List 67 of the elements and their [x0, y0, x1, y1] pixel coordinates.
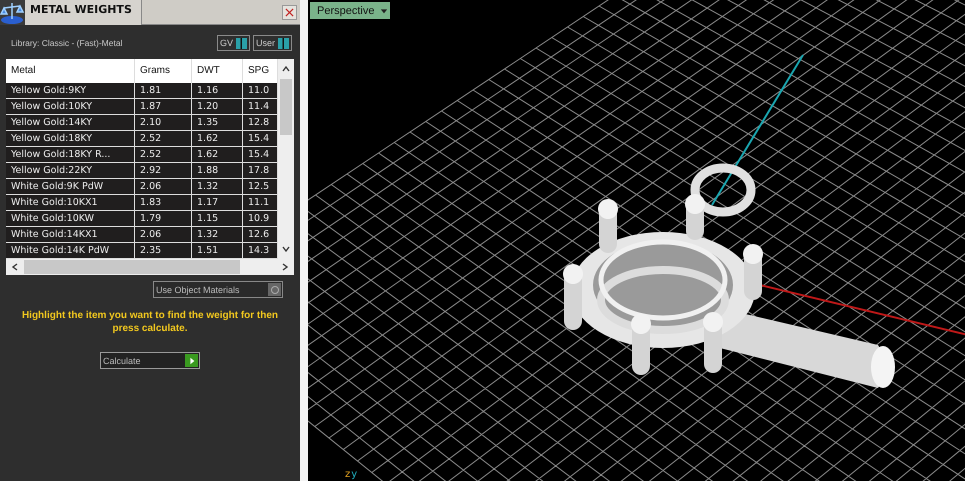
table-cell: 2.35 [135, 243, 192, 259]
table-cell: 11.0 [243, 83, 278, 99]
scroll-thumb[interactable] [24, 260, 240, 274]
scroll-thumb[interactable] [280, 79, 292, 135]
table-cell: 1.79 [135, 211, 192, 227]
table-cell: 11.4 [243, 99, 278, 115]
table-cell: 12.8 [243, 115, 278, 131]
table-cell: 1.83 [135, 195, 192, 211]
table-cell: 1.81 [135, 83, 192, 99]
table-cell: 1.32 [192, 227, 243, 243]
table-cell: 14.3 [243, 243, 278, 259]
table-cell: 1.20 [192, 99, 243, 115]
toggle-button[interactable]: GV [216, 35, 250, 51]
library-label: Library: Classic - (Fast)-Metal [11, 38, 122, 48]
table-cell: 1.88 [192, 163, 243, 179]
table-cell: 2.52 [135, 147, 192, 163]
table-cell: Yellow Gold:18KY [6, 131, 135, 147]
table-cell: Yellow Gold:14KY [6, 115, 135, 131]
table-cell: 1.16 [192, 83, 243, 99]
table-cell: 1.62 [192, 131, 243, 147]
caret-icon[interactable] [380, 6, 388, 14]
table-cell: White Gold:9K PdW [6, 179, 135, 195]
table-cell: 1.32 [192, 179, 243, 195]
table-cell: 1.17 [192, 195, 243, 211]
close-button[interactable] [282, 4, 297, 20]
toggle-button[interactable]: User [252, 35, 292, 51]
table-cell: Yellow Gold:22KY [6, 163, 135, 179]
table-cell: 2.06 [135, 179, 192, 195]
table-cell: 17.8 [243, 163, 278, 179]
axis-label: z [345, 469, 350, 480]
table-cell: 1.51 [192, 243, 243, 259]
table-cell: Yellow Gold:18KY R... [6, 147, 135, 163]
table-cell: 1.62 [192, 147, 243, 163]
table-cell: 10.9 [243, 211, 278, 227]
table-cell: 15.4 [243, 147, 278, 163]
panel-title: METAL WEIGHTS [25, 0, 142, 25]
play-icon[interactable] [188, 356, 196, 364]
table-cell: 2.06 [135, 227, 192, 243]
view-dropdown[interactable]: Perspective [310, 2, 390, 19]
table-cell: 2.10 [135, 115, 192, 131]
table-cell: 2.92 [135, 163, 192, 179]
table-cell: 11.1 [243, 195, 278, 211]
table-cell: 15.4 [243, 131, 278, 147]
table-cell: White Gold:10KX1 [6, 195, 135, 211]
scroll-left-icon[interactable] [10, 262, 20, 272]
scale-icon [0, 0, 25, 25]
scroll-up-icon[interactable] [281, 64, 291, 74]
use-object-materials-checkbox[interactable]: Use Object Materials [153, 281, 283, 298]
instruction-text: Highlight the item you want to find the weight for then press calculate. [20, 309, 280, 335]
table-cell: 1.87 [135, 99, 192, 115]
table-cell: 1.35 [192, 115, 243, 131]
horizontal-scrollbar[interactable] [6, 259, 294, 275]
vertical-scrollbar[interactable] [278, 59, 294, 259]
table-cell: White Gold:14K PdW [6, 243, 135, 259]
scroll-right-icon[interactable] [280, 262, 290, 272]
table-cell: 12.5 [243, 179, 278, 195]
close-icon[interactable] [285, 8, 294, 16]
table-cell: 1.15 [192, 211, 243, 227]
table-cell: White Gold:14KX1 [6, 227, 135, 243]
table-cell: 12.6 [243, 227, 278, 243]
scroll-down-icon[interactable] [281, 244, 291, 254]
table-cell: 2.52 [135, 131, 192, 147]
calculate-button[interactable]: Calculate [100, 352, 200, 369]
table-cell: White Gold:10KW [6, 211, 135, 227]
axis-label: y [351, 469, 358, 480]
table-cell: Yellow Gold:10KY [6, 99, 135, 115]
table-cell: Yellow Gold:9KY [6, 83, 135, 99]
